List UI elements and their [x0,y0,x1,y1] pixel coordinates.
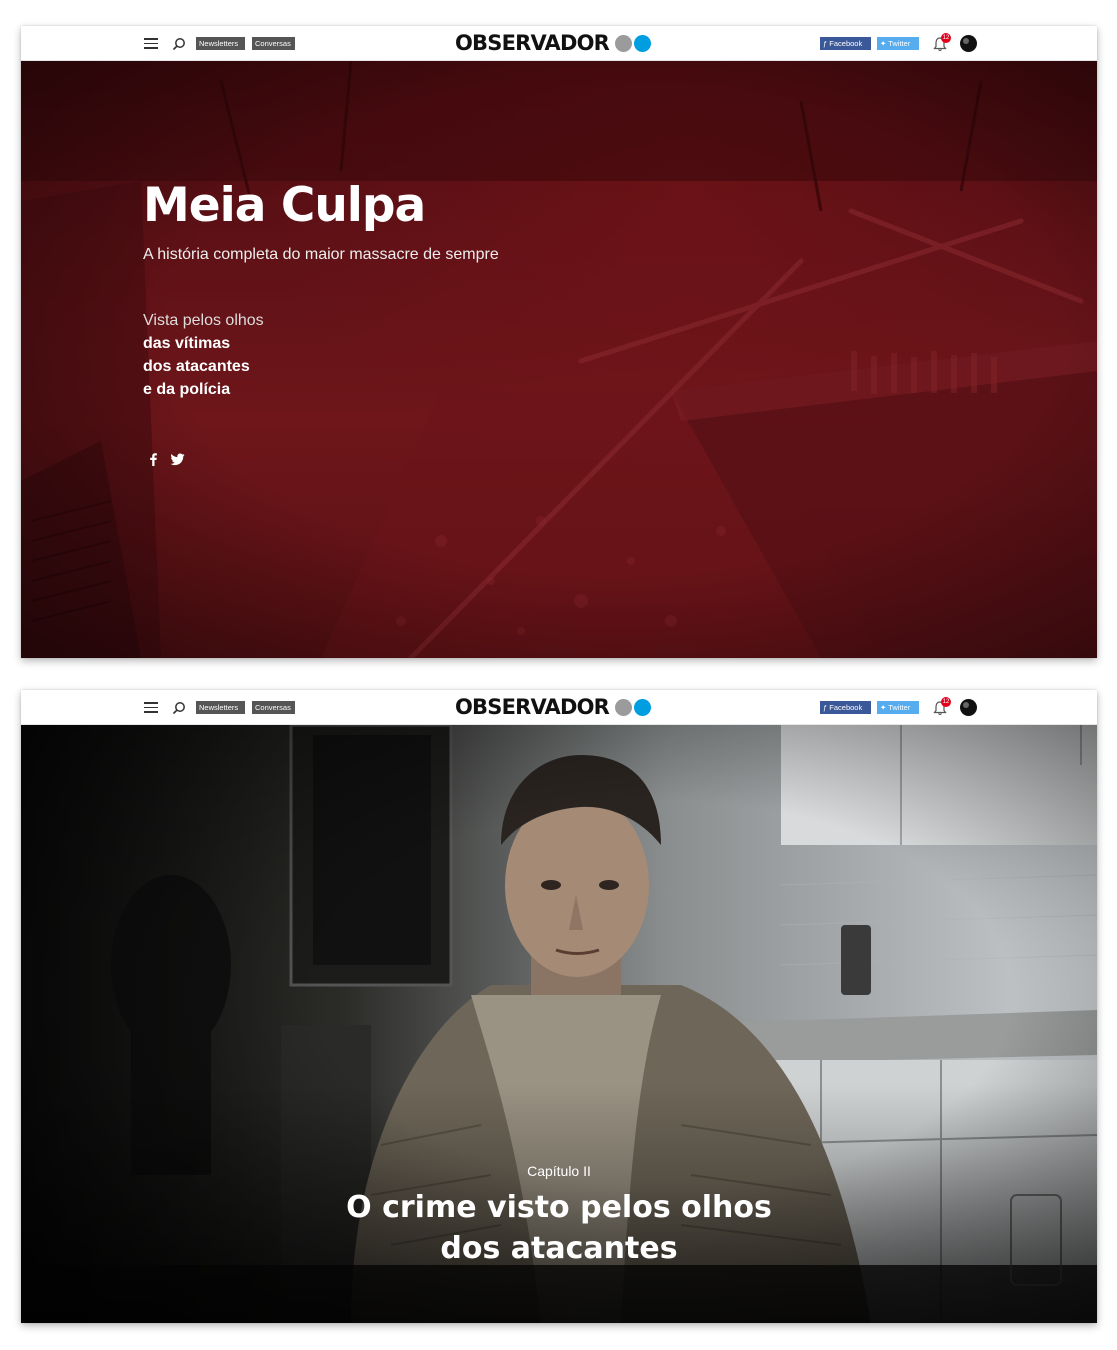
brand-wordmark: OBSERVADOR [455,695,610,719]
chapter-title-line-1: O crime visto pelos olhos [346,1190,772,1225]
avatar[interactable] [960,699,977,716]
twitter-label: Twitter [888,703,911,712]
search-icon[interactable] [172,37,186,51]
facebook-label: Facebook [829,703,863,712]
facebook-follow-button[interactable]: ƒ Facebook [820,701,871,714]
brand-dot-grey [615,34,633,52]
conversas-button[interactable]: Conversas [252,37,295,50]
brand-logo[interactable]: OBSERVADOR [455,31,652,55]
screenshot-hero-page: Newsletters Conversas OBSERVADOR ƒ Faceb… [21,26,1097,658]
chapter-title-line-2: dos atacantes [440,1231,678,1266]
hero-banner: Meia Culpa A história completa do maior … [21,61,1097,658]
twitter-label: Twitter [888,39,911,48]
top-navigation-bar: Newsletters Conversas OBSERVADOR ƒ Faceb… [21,690,1097,725]
hero-title: Meia Culpa [143,178,426,233]
notification-badge: 12 [941,33,951,43]
twitter-follow-button[interactable]: ✦ Twitter [877,37,919,50]
screenshot-chapter-page: Newsletters Conversas OBSERVADOR ƒ Faceb… [21,690,1097,1323]
chapter-hero: Capítulo II O crime visto pelos olhos do… [21,725,1097,1323]
twitter-follow-button[interactable]: ✦ Twitter [877,701,919,714]
menu-icon[interactable] [144,38,158,49]
hero-line-victims: das vítimas [143,335,231,352]
brand-wordmark: OBSERVADOR [455,31,610,55]
brand-dot-blue [634,34,652,52]
facebook-follow-button[interactable]: ƒ Facebook [820,37,871,50]
notification-badge: 12 [941,697,951,707]
twitter-icon[interactable] [170,453,185,466]
hero-subtitle: A história completa do maior massacre de… [143,246,499,263]
chapter-label: Capítulo II [527,1163,591,1179]
facebook-icon[interactable] [148,452,158,466]
brand-dot-grey [615,698,633,716]
top-navigation-bar: Newsletters Conversas OBSERVADOR ƒ Faceb… [21,26,1097,61]
brand-dot-blue [634,698,652,716]
newsletters-button[interactable]: Newsletters [196,37,245,50]
search-icon[interactable] [172,701,186,715]
hero-line-attackers: dos atacantes [143,358,250,375]
chapter-title: O crime visto pelos olhos dos atacantes [21,1187,1097,1269]
hero-line-police: e da polícia [143,381,231,398]
facebook-label: Facebook [829,39,863,48]
avatar[interactable] [960,35,977,52]
conversas-button[interactable]: Conversas [252,701,295,714]
hero-intro: Vista pelos olhos [143,312,264,329]
newsletters-button[interactable]: Newsletters [196,701,245,714]
brand-logo[interactable]: OBSERVADOR [455,695,652,719]
menu-icon[interactable] [144,702,158,713]
